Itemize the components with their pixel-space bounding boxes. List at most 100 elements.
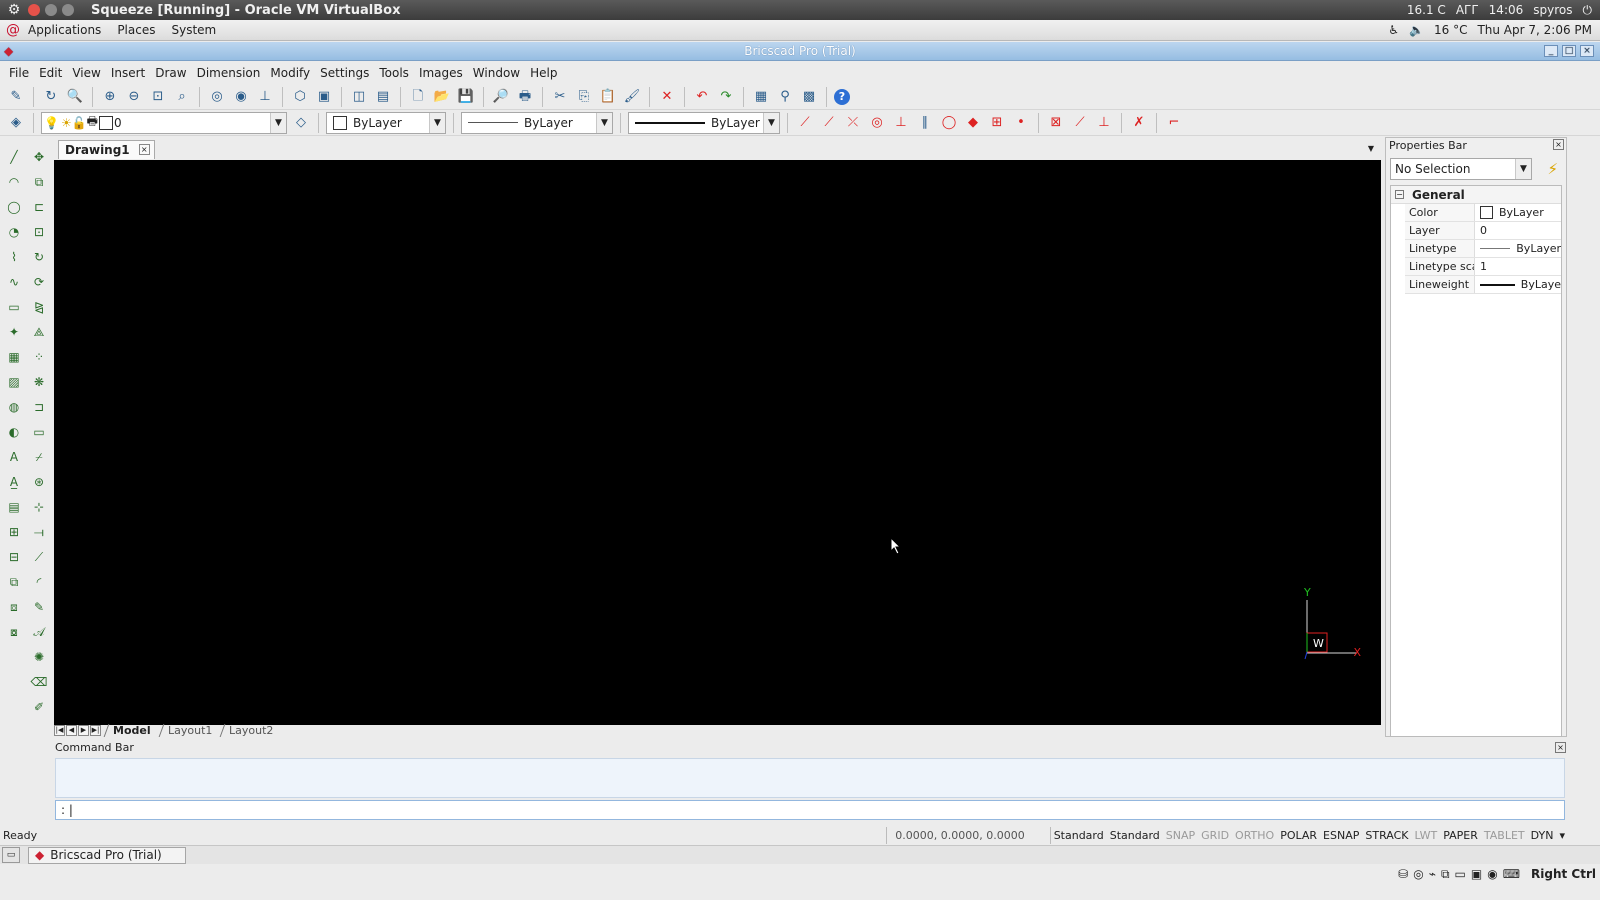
edit-text-icon[interactable]: 𝒜 — [29, 622, 49, 642]
snap-node-icon[interactable]: • — [1011, 113, 1031, 133]
optical-drive-icon[interactable]: ◎ — [1413, 867, 1423, 881]
quick-select-icon[interactable]: ⚡ — [1547, 160, 1558, 178]
property-row-layer[interactable]: Layer 0 — [1405, 222, 1561, 240]
zoom-realtime-icon[interactable]: 🔍 — [65, 87, 85, 107]
arc-icon[interactable]: ◠ — [4, 172, 24, 192]
save-file-icon[interactable]: 💾 — [456, 87, 476, 107]
menu-places[interactable]: Places — [109, 23, 163, 37]
snap-quadrant-icon[interactable]: ◆ — [963, 113, 983, 133]
copy-icon[interactable]: ⎘ — [574, 87, 594, 107]
close-icon[interactable]: × — [1553, 139, 1564, 150]
hard-disk-icon[interactable]: ⛁ — [1398, 867, 1408, 881]
edit-polyline-icon[interactable]: ✎ — [29, 597, 49, 617]
network-icon[interactable]: ⧉ — [1441, 867, 1450, 882]
toggle-paper[interactable]: PAPER — [1440, 829, 1481, 842]
rotate-icon[interactable]: ↻ — [29, 247, 49, 267]
ole-icon[interactable]: ⧇ — [4, 622, 24, 642]
usb-icon[interactable]: ⌁ — [1429, 867, 1436, 881]
snap-nearest-icon[interactable]: ⟋ — [1070, 113, 1090, 133]
block-icon[interactable]: ⊞ — [4, 522, 24, 542]
app-maximize-button[interactable]: □ — [1562, 45, 1576, 57]
collapse-icon[interactable]: − — [1395, 190, 1404, 199]
power-icon[interactable]: ⏻ — [1583, 3, 1593, 18]
fillet-icon[interactable]: ◜ — [29, 572, 49, 592]
mirror-icon[interactable]: ⧎ — [29, 297, 49, 317]
chevron-down-icon[interactable]: ▼ — [270, 112, 286, 133]
redo-icon[interactable]: ↷ — [716, 87, 736, 107]
drawing-canvas[interactable]: Y X W — [54, 160, 1381, 725]
image-icon[interactable]: ⧈ — [4, 597, 24, 617]
pen-icon[interactable]: ✐ — [29, 697, 49, 717]
xref-icon[interactable]: ⧉ — [4, 572, 24, 592]
chevron-down-icon[interactable]: ▼ — [1515, 159, 1531, 179]
open-file-icon[interactable]: 📂 — [432, 87, 452, 107]
spline-icon[interactable]: ∿ — [4, 272, 24, 292]
toggle-lwt[interactable]: LWT — [1412, 829, 1441, 842]
zoom-in-icon[interactable]: ⊕ — [100, 87, 120, 107]
offset-icon[interactable]: ⊏ — [29, 197, 49, 217]
help-icon[interactable]: ? — [834, 88, 850, 105]
display-icon[interactable]: ▣ — [1471, 867, 1482, 881]
tab-layout2[interactable]: Layout2 — [219, 724, 282, 737]
mouse-integration-icon[interactable]: ◉ — [1487, 867, 1497, 881]
move-icon[interactable]: ✥ — [29, 147, 49, 167]
keyboard-icon[interactable]: ⌨ — [1503, 867, 1520, 881]
status-menu-icon[interactable]: ▾ — [1556, 829, 1568, 842]
mirror3d-icon[interactable]: ⟁ — [29, 322, 49, 342]
command-input[interactable]: : | — [55, 800, 1565, 820]
property-row-color[interactable]: Color ByLayer — [1405, 204, 1561, 222]
viewport-icon[interactable]: ▣ — [314, 87, 334, 107]
copy-object-icon[interactable]: ⧉ — [29, 172, 49, 192]
stretch-icon[interactable]: ⊐ — [29, 397, 49, 417]
property-row-linetype-scale[interactable]: Linetype sca 1 — [1405, 258, 1561, 276]
snap-none-icon[interactable]: ✗ — [1129, 113, 1149, 133]
polyline-icon[interactable]: ⌇ — [4, 247, 24, 267]
table-icon[interactable]: ▦ — [4, 347, 24, 367]
print-icon[interactable]: 🖶 — [515, 87, 535, 107]
bricscad-logo-icon[interactable]: ◆ — [4, 44, 13, 58]
mtext-icon[interactable]: A̲ — [4, 472, 24, 492]
menu-edit[interactable]: Edit — [34, 66, 67, 80]
linetype-combo[interactable]: ByLayer ▼ — [461, 111, 613, 134]
snap-extension-icon[interactable]: ⊥ — [1094, 113, 1114, 133]
menu-file[interactable]: File — [4, 66, 34, 80]
rectangle-icon[interactable]: ▭ — [4, 297, 24, 317]
extend-icon[interactable]: ⊛ — [29, 472, 49, 492]
snap-midpoint-icon[interactable]: ⟋ — [819, 113, 839, 133]
menu-applications[interactable]: Applications — [20, 23, 109, 37]
toggle-esnap[interactable]: ESNAP — [1320, 829, 1362, 842]
insert-block-icon[interactable]: ⊟ — [4, 547, 24, 567]
layer-manager-icon[interactable]: ◈ — [6, 113, 26, 133]
layer-previous-icon[interactable]: ◇ — [291, 113, 311, 133]
panel-clock[interactable]: Thu Apr 7, 2:06 PM — [1477, 23, 1592, 37]
lengthen-icon[interactable]: ▭ — [29, 422, 49, 442]
print-preview-icon[interactable]: 🔎 — [491, 87, 511, 107]
cut-icon[interactable]: ✂ — [550, 87, 570, 107]
split-view-icon[interactable]: ◫ — [349, 87, 369, 107]
next-layout-icon[interactable]: ▶ — [78, 725, 89, 736]
line-icon[interactable]: ╱ — [4, 147, 24, 167]
render-icon[interactable]: ◉ — [231, 87, 251, 107]
app-minimize-button[interactable]: _ — [1544, 45, 1558, 57]
toggle-tablet[interactable]: TABLET — [1481, 829, 1528, 842]
snap-perpendicular-icon[interactable]: ⊥ — [891, 113, 911, 133]
match-properties-icon[interactable]: ✎ — [6, 87, 26, 107]
undo-icon[interactable]: ↶ — [692, 87, 712, 107]
break-icon[interactable]: ⊹ — [29, 497, 49, 517]
close-tab-icon[interactable]: × — [138, 144, 150, 155]
shared-folder-icon[interactable]: ▭ — [1455, 867, 1466, 881]
close-icon[interactable]: × — [1555, 742, 1566, 753]
snap-clear-icon[interactable]: ⊠ — [1046, 113, 1066, 133]
trim-icon[interactable]: ⌿ — [29, 447, 49, 467]
host-menu-icon[interactable]: ⚙ — [0, 2, 28, 18]
menu-images[interactable]: Images — [414, 66, 468, 80]
category-general[interactable]: − General — [1391, 186, 1561, 204]
show-desktop-icon[interactable]: ▭ — [2, 847, 20, 863]
rotate3d-icon[interactable]: ⟳ — [29, 272, 49, 292]
snap-tracking-icon[interactable]: ⌐ — [1164, 113, 1184, 133]
tab-drawing1[interactable]: Drawing1 × — [58, 140, 155, 159]
array-icon[interactable]: ⁘ — [29, 347, 49, 367]
menu-view[interactable]: View — [67, 66, 105, 80]
ellipse-arc-icon[interactable]: ◔ — [4, 222, 24, 242]
text-style[interactable]: Standard — [1051, 829, 1107, 842]
